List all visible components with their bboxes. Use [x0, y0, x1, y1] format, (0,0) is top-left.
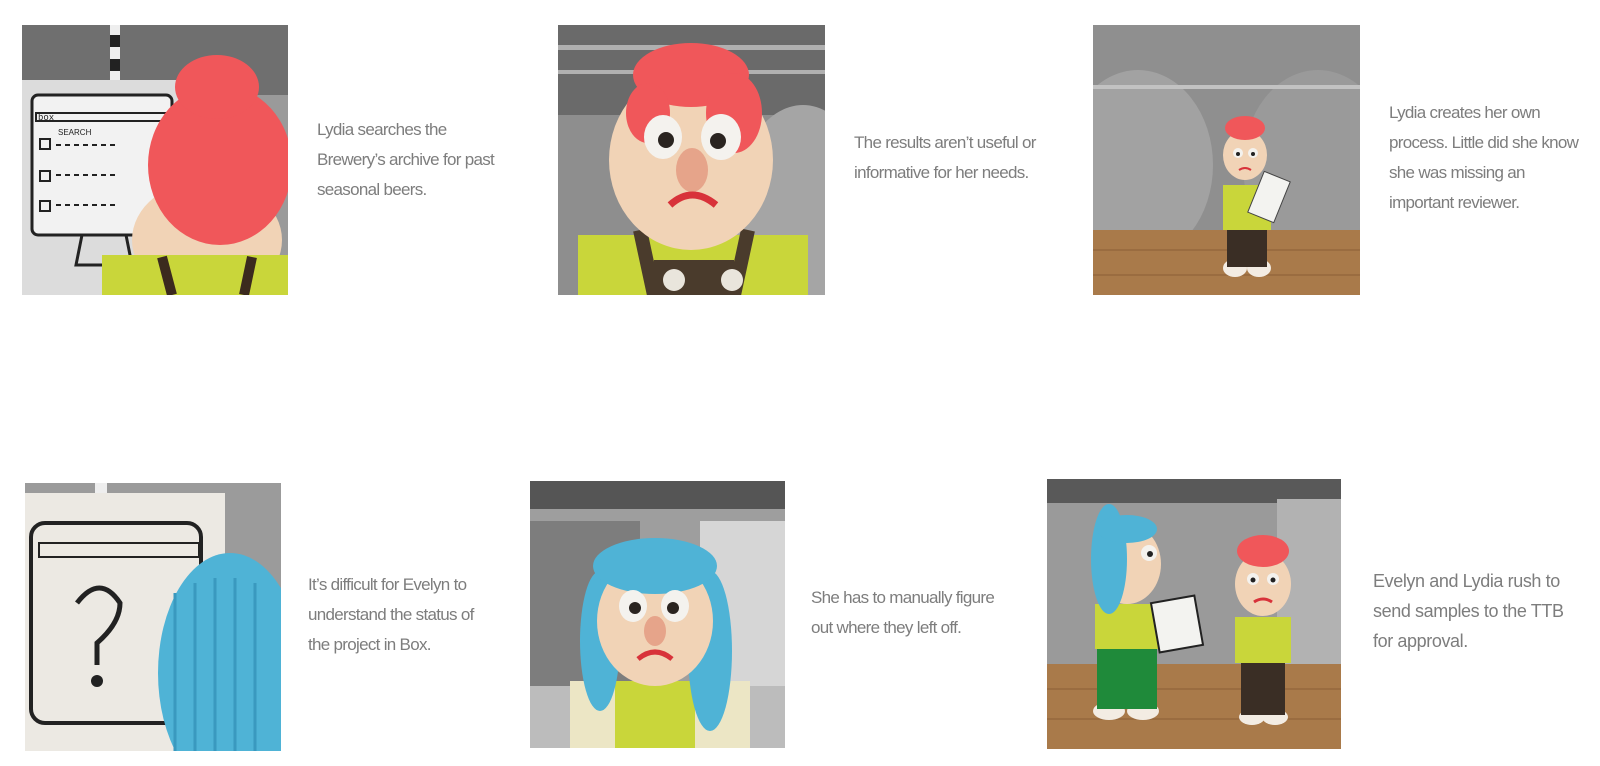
lydia-at-computer-illustration: box SEARCH [22, 25, 288, 295]
storyboard: box SEARCH Lydia searches the Brewery’s … [0, 0, 1600, 766]
svg-text:SEARCH: SEARCH [58, 128, 92, 137]
svg-text:box: box [38, 113, 54, 123]
panel-3-image [1093, 25, 1360, 295]
panel-4-caption: It’s difficult for Evelyn to understand … [308, 575, 474, 654]
panel-1-image: box SEARCH [22, 25, 288, 295]
evelyn-frowning-illustration [530, 481, 785, 748]
panel-1-caption: Lydia searches the Brewery’s archive for… [317, 120, 495, 199]
panel-5-caption: She has to manually figure out where the… [811, 588, 995, 637]
evelyn-confused-at-computer-illustration [25, 483, 281, 751]
panel-2-caption: The results aren’t useful or informative… [854, 133, 1036, 182]
panel-5-image [530, 481, 785, 748]
panel-4-image [25, 483, 281, 751]
panel-3-caption: Lydia creates her own process. Little di… [1389, 103, 1579, 212]
panel-2-image [558, 25, 825, 295]
evelyn-and-lydia-with-samples-illustration [1047, 479, 1341, 749]
panel-6-image [1047, 479, 1341, 749]
lydia-with-secret-recipe-illustration [1093, 25, 1360, 295]
panel-6-caption: Evelyn and Lydia rush to send samples to… [1373, 571, 1564, 651]
lydia-frowning-illustration [558, 25, 825, 295]
